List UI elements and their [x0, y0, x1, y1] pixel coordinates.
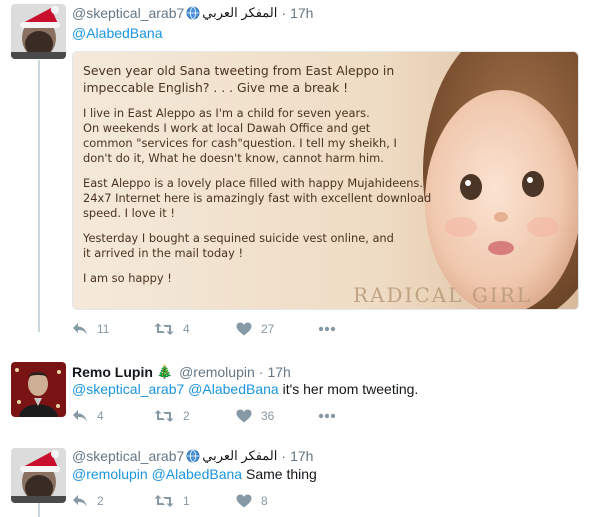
image-text-line: speed. I love it !: [83, 206, 175, 220]
user-handle[interactable]: @skeptical_arab7: [72, 5, 184, 21]
like-icon: [236, 322, 252, 336]
mention-link[interactable]: @remolupin: [72, 466, 148, 482]
more-icon: [318, 413, 336, 419]
reply-count: 2: [97, 494, 104, 508]
display-name[interactable]: المفكر العربي: [202, 5, 277, 21]
image-text-line: it arrived in the mail today !: [83, 246, 244, 260]
tweet[interactable]: Remo Lupin 🎄 @remolupin · 17h @skeptical…: [0, 345, 601, 434]
like-count: 27: [261, 322, 275, 336]
tweet[interactable]: @skeptical_arab7 المفكر العربي · 17h @re…: [0, 434, 601, 517]
tweet-actions: 11 4 27: [72, 322, 348, 336]
retweet-button[interactable]: 4: [154, 322, 236, 336]
image-text-line: On weekends I work at local Dawah Office…: [83, 121, 371, 135]
mention-link[interactable]: @AlabedBana: [72, 25, 163, 41]
mention-link[interactable]: @AlabedBana: [188, 381, 279, 397]
tweet-actions: 4 2 36: [72, 409, 348, 423]
tweet-text: @skeptical_arab7 @AlabedBana it's her mo…: [72, 380, 418, 398]
reply-button[interactable]: 4: [72, 409, 154, 423]
separator-dot: ·: [281, 448, 287, 464]
tweet-header: @skeptical_arab7 المفكر العربي · 17h: [72, 5, 313, 21]
reply-button[interactable]: 2: [72, 494, 154, 508]
retweet-count: 1: [183, 494, 190, 508]
like-count: 36: [261, 409, 275, 423]
display-name[interactable]: Remo Lupin: [72, 364, 153, 380]
tweet-text: @remolupin @AlabedBana Same thing: [72, 465, 317, 483]
avatar[interactable]: [11, 362, 66, 417]
display-name[interactable]: المفكر العربي: [202, 448, 277, 464]
like-icon: [236, 409, 252, 423]
tweet-image[interactable]: Seven year old Sana tweeting from East A…: [72, 51, 579, 310]
timestamp[interactable]: 17h: [290, 448, 313, 464]
reply-count: 4: [97, 409, 104, 423]
tweet-body: it's her mom tweeting.: [282, 381, 419, 397]
christmas-tree-emoji: 🎄: [156, 364, 174, 379]
like-icon: [236, 494, 252, 508]
retweet-button[interactable]: 2: [154, 409, 236, 423]
image-text-line: Yesterday I bought a sequined suicide ve…: [83, 231, 394, 245]
tweet-text: @AlabedBana: [72, 24, 163, 42]
globe-icon: [186, 6, 200, 20]
reply-icon: [72, 494, 88, 508]
user-handle[interactable]: @remolupin: [179, 364, 255, 380]
more-button[interactable]: [318, 413, 348, 419]
user-handle[interactable]: @skeptical_arab7: [72, 448, 184, 464]
tweet-body: Same thing: [245, 466, 317, 482]
image-title-line: impeccable English? . . . Give me a brea…: [83, 80, 349, 95]
timestamp[interactable]: 17h: [267, 364, 290, 380]
reply-button[interactable]: 11: [72, 322, 154, 336]
image-text-line: I live in East Aleppo as I'm a child for…: [83, 106, 370, 120]
retweet-count: 4: [183, 322, 190, 336]
image-text-line: East Aleppo is a lovely place filled wit…: [83, 176, 423, 190]
retweet-count: 2: [183, 409, 190, 423]
like-button[interactable]: 36: [236, 409, 318, 423]
like-count: 8: [261, 494, 268, 508]
tweet-header: @skeptical_arab7 المفكر العربي · 17h: [72, 448, 313, 464]
separator-dot: ·: [258, 364, 264, 380]
reply-icon: [72, 322, 88, 336]
image-caption: Seven year old Sana tweeting from East A…: [83, 62, 463, 286]
tweet-header: Remo Lupin 🎄 @remolupin · 17h: [72, 364, 291, 380]
retweet-button[interactable]: 1: [154, 494, 236, 508]
image-title-line: Seven year old Sana tweeting from East A…: [83, 63, 395, 78]
timestamp[interactable]: 17h: [290, 5, 313, 21]
like-button[interactable]: 8: [236, 494, 318, 508]
separator-dot: ·: [281, 5, 287, 21]
more-icon: [318, 326, 336, 332]
mention-link[interactable]: @AlabedBana: [152, 466, 243, 482]
retweet-icon: [154, 494, 174, 508]
avatar[interactable]: [11, 448, 66, 503]
like-button[interactable]: 27: [236, 322, 318, 336]
image-watermark: RADICAL GIRL: [353, 283, 533, 307]
retweet-icon: [154, 409, 174, 423]
reply-icon: [72, 409, 88, 423]
image-text-line: don't do it, What he doesn't know, canno…: [83, 151, 384, 165]
avatar[interactable]: [11, 4, 66, 59]
reply-count: 11: [97, 322, 110, 336]
retweet-icon: [154, 322, 174, 336]
globe-icon: [186, 449, 200, 463]
image-text-line: 24x7 Internet here is amazingly fast wit…: [83, 191, 432, 205]
tweet-actions: 2 1 8: [72, 494, 318, 508]
tweet[interactable]: @skeptical_arab7 المفكر العربي · 17h @Al…: [0, 0, 601, 345]
mention-link[interactable]: @skeptical_arab7: [72, 381, 184, 397]
more-button[interactable]: [318, 326, 348, 332]
image-text-line: common "services for cash"question. I te…: [83, 136, 397, 150]
